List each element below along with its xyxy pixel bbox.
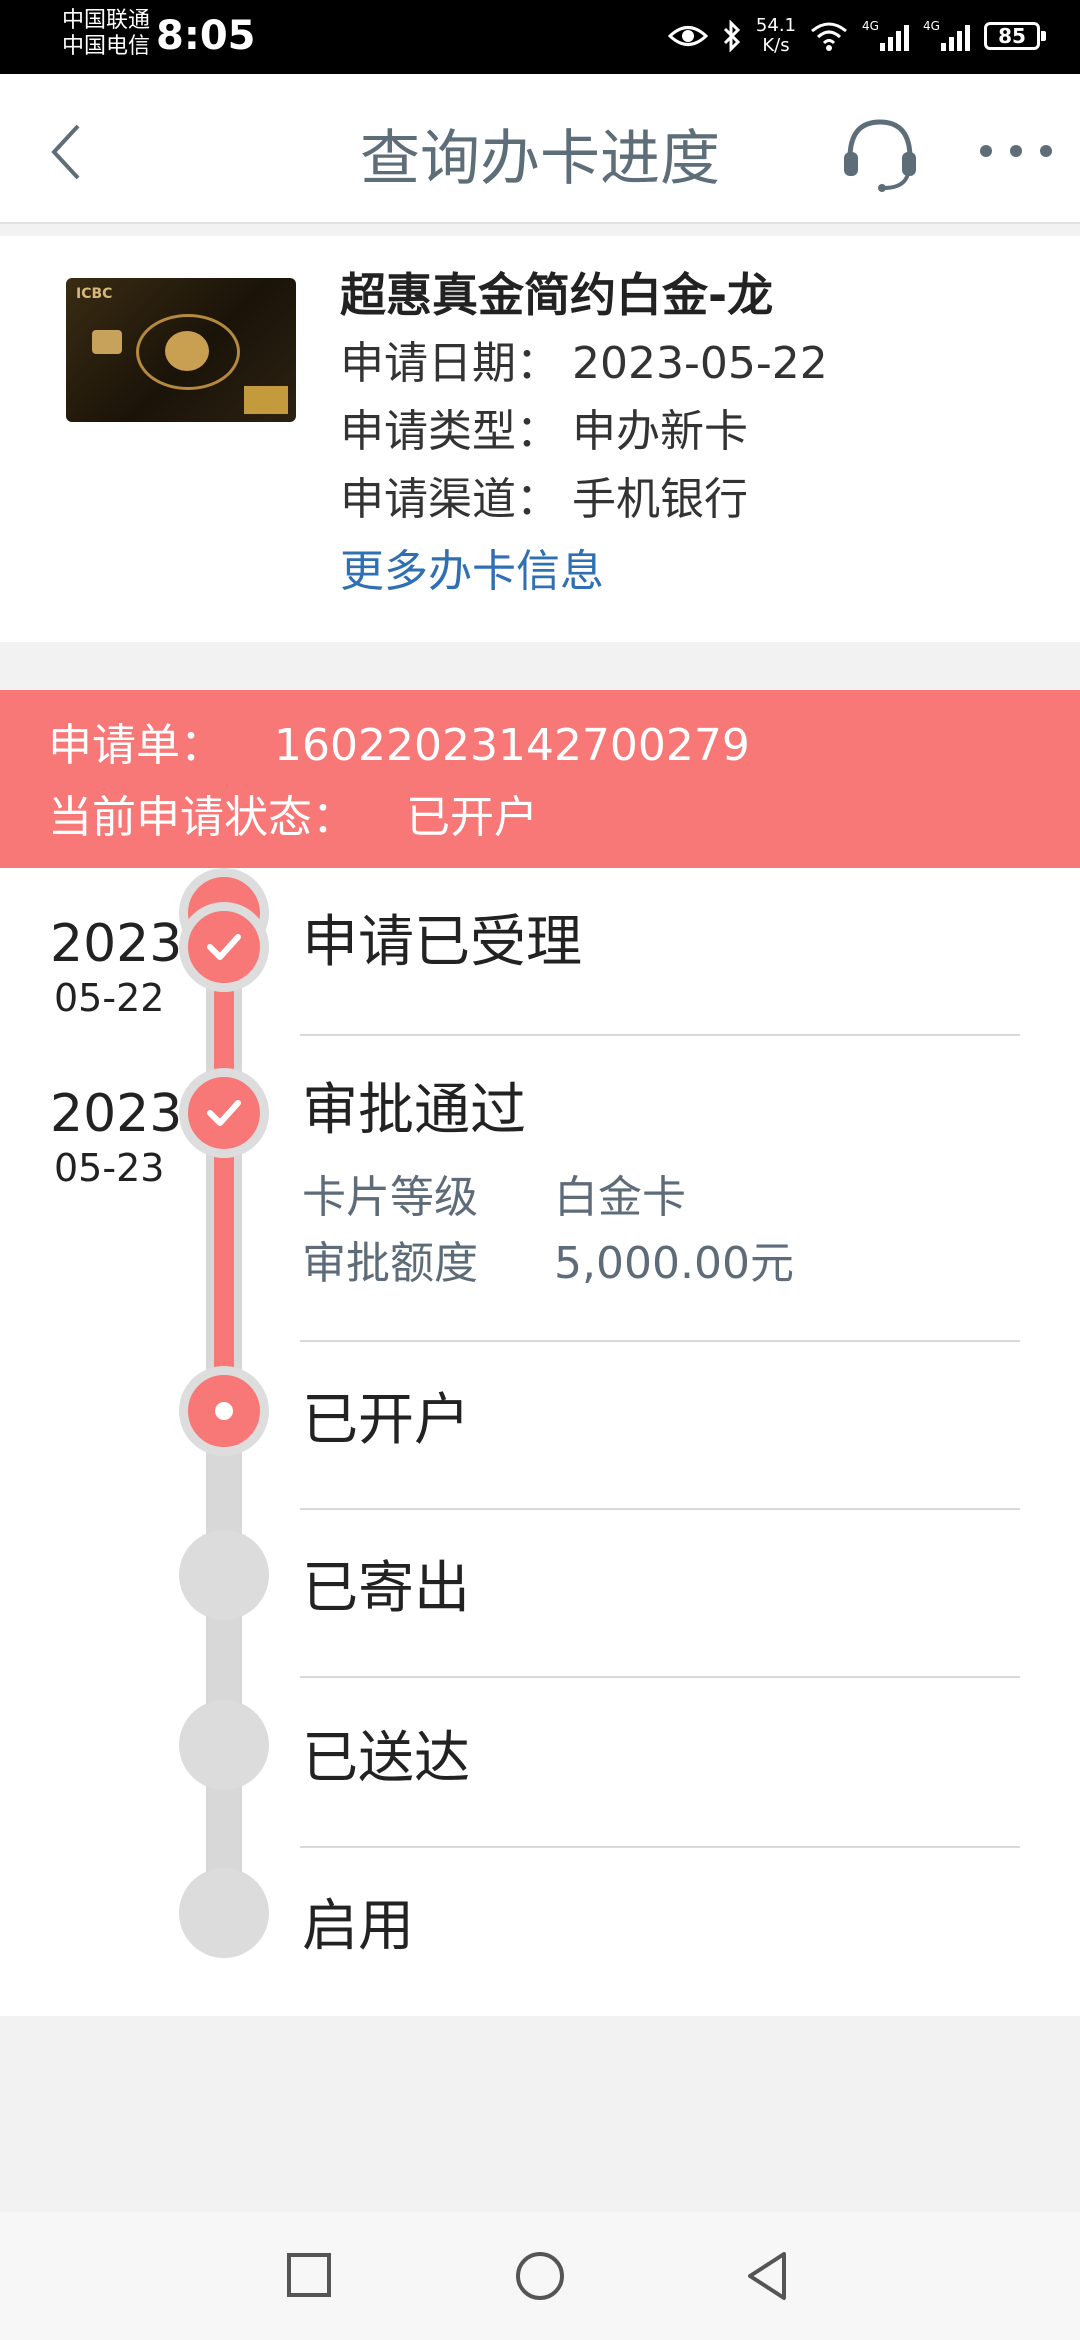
signal-2: 4G [923, 19, 970, 51]
eye-icon [667, 26, 708, 46]
step-5-pending-node [179, 1700, 269, 1790]
apply-date-label: 申请日期： [340, 338, 560, 389]
step-divider [300, 1846, 1020, 1848]
signal-1: 4G [862, 19, 909, 51]
apply-type-value: 申办新卡 [572, 406, 748, 457]
progress-timeline: 2023 05-22 申请已受理 2023 05-23 审批通过 卡片等级 白金卡… [0, 868, 1080, 2016]
step-6-title: 启用 [302, 1894, 414, 1959]
step-4-pending-node [179, 1530, 269, 1620]
card-level-label: 卡片等级 [302, 1172, 478, 1223]
step-4-title: 已寄出 [302, 1556, 470, 1621]
wifi-icon [811, 22, 847, 51]
card-name: 超惠真金简约白金-龙 [340, 268, 774, 322]
step-divider [300, 1340, 1020, 1342]
card-info-panel: ICBC 超惠真金简约白金-龙 申请日期： 2023-05-22 申请类型： 申办新… [0, 236, 1080, 642]
step-1-title: 申请已受理 [302, 910, 582, 975]
step-3-current-node [179, 1366, 269, 1456]
card-image: ICBC [66, 278, 296, 422]
timeline-progress [214, 948, 234, 1418]
carrier-1: 中国联通 [62, 8, 151, 33]
step-2-date: 05-23 [54, 1146, 165, 1190]
apply-channel-value: 手机银行 [572, 474, 748, 525]
signal-2-label: 4G [923, 19, 940, 33]
more-card-info-link[interactable]: 更多办卡信息 [340, 544, 604, 600]
current-dot-icon [215, 1402, 233, 1420]
more-options-icon[interactable] [976, 136, 1056, 166]
step-2-year: 2023 [50, 1084, 183, 1144]
battery-icon: 85 [984, 22, 1046, 50]
check-icon [207, 1100, 241, 1126]
net-speed-unit: K/s [762, 35, 790, 56]
step-divider [300, 1508, 1020, 1510]
step-5-title: 已送达 [302, 1726, 470, 1791]
recent-apps-icon[interactable] [286, 2252, 332, 2298]
credit-limit-value: 5,000.00元 [554, 1238, 794, 1289]
card-level-row: 卡片等级 白金卡 [302, 1170, 686, 1226]
step-6-pending-node [179, 1868, 269, 1958]
step-1-year: 2023 [50, 914, 183, 974]
apply-type-label: 申请类型： [340, 406, 560, 457]
apply-channel-row: 申请渠道： 手机银行 [340, 472, 748, 528]
status-bar: 中国联通 中国电信 8:05 54.1 K/s 4G 4G 85 [0, 0, 1080, 74]
application-status-banner: 申请单： 1602202314270027​9 当前申请状态： 已开户 [0, 690, 1080, 868]
credit-limit-label: 审批额度 [302, 1238, 478, 1289]
app-header: 查询办卡进度 [0, 74, 1080, 224]
application-number: 1602202314270027​9 [274, 720, 750, 771]
net-speed: 54.1 K/s [756, 16, 796, 56]
application-number-label: 申请单： [48, 720, 224, 771]
application-number-row: 申请单： 1602202314270027​9 [48, 718, 750, 774]
home-icon[interactable] [514, 2250, 566, 2302]
back-nav-icon[interactable] [744, 2250, 790, 2302]
step-1-check-node [179, 902, 269, 992]
signal-1-label: 4G [862, 19, 879, 33]
application-status: 已开户 [406, 792, 538, 843]
customer-service-icon[interactable] [840, 114, 920, 194]
status-icons: 54.1 K/s 4G 4G 85 [667, 14, 1046, 58]
status-time: 8:05 [156, 13, 256, 59]
card-network-logo [244, 386, 288, 414]
apply-channel-label: 申请渠道： [340, 474, 560, 525]
step-1-date: 05-22 [54, 976, 165, 1020]
step-2-title: 审批通过 [302, 1078, 526, 1143]
apply-type-row: 申请类型： 申办新卡 [340, 404, 748, 460]
card-chip-icon [92, 330, 122, 354]
carrier-2: 中国电信 [62, 34, 151, 59]
step-2-check-node [179, 1068, 269, 1158]
application-status-label: 当前申请状态： [48, 792, 356, 843]
bluetooth-icon [723, 20, 741, 52]
apply-date-row: 申请日期： 2023-05-22 [340, 336, 828, 392]
step-divider [300, 1676, 1020, 1678]
system-nav-bar [0, 2212, 1080, 2340]
card-level-value: 白金卡 [554, 1172, 686, 1223]
dragon-emblem-icon [136, 314, 240, 390]
credit-limit-row: 审批额度 5,000.00元 [302, 1236, 794, 1292]
apply-date-value: 2023-05-22 [572, 338, 828, 389]
net-speed-value: 54.1 [755, 15, 796, 36]
step-3-title: 已开户 [302, 1388, 470, 1453]
card-bank-logo: ICBC [76, 286, 113, 302]
check-icon [207, 934, 241, 960]
application-status-row: 当前申请状态： 已开户 [48, 790, 538, 846]
step-divider [300, 1034, 1020, 1036]
carrier-info: 中国联通 中国电信 [62, 8, 150, 60]
